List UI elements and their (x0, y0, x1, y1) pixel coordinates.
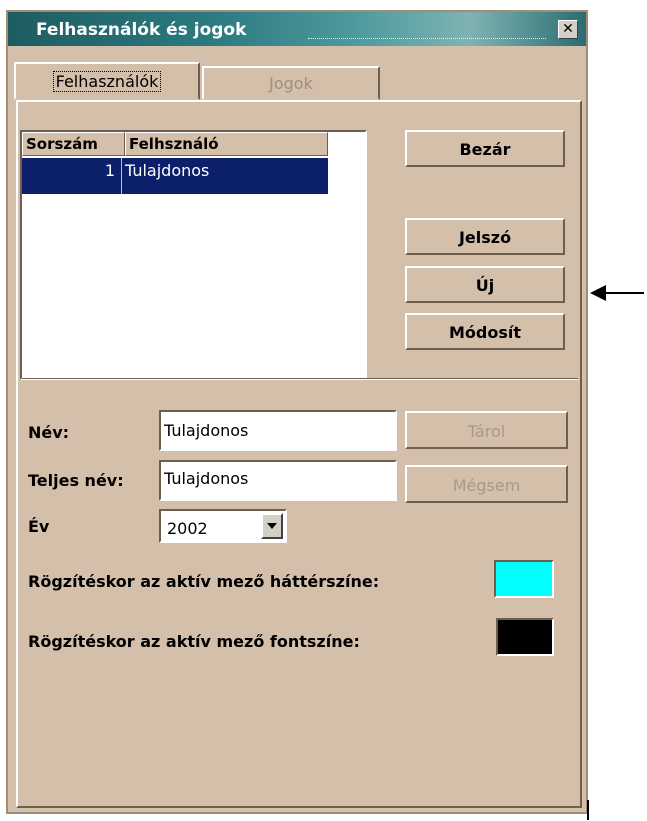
edge-mark (587, 800, 589, 820)
list-item[interactable]: 1 Tulajdonos (22, 158, 328, 194)
list-item-user: Tulajdonos (125, 161, 210, 180)
dropdown-button[interactable] (261, 513, 283, 539)
tab-rights[interactable]: Jogok (202, 66, 380, 100)
window-title: Felhasználók és jogok (36, 20, 247, 40)
list-item-number: 1 (22, 158, 122, 194)
user-list[interactable]: Sorszám Felhsználó 1 Tulajdonos (20, 130, 367, 380)
tab-users-label: Felhasználók (52, 71, 162, 92)
annotation-arrow-icon (590, 285, 606, 301)
column-header-number[interactable]: Sorszám (22, 132, 125, 156)
fullname-label: Teljes név: (28, 471, 124, 490)
users-and-rights-window: Felhasználók és jogok ✕ Felhasználók Jog… (6, 10, 588, 814)
cancel-button[interactable]: Mégsem (405, 465, 568, 503)
name-field[interactable]: Tulajdonos (159, 410, 397, 451)
name-label: Név: (28, 423, 70, 442)
font-color-label: Rögzítéskor az aktív mező fontszíne: (28, 632, 360, 651)
year-label: Év (28, 517, 50, 536)
title-dots-decoration (308, 38, 546, 39)
title-bar[interactable]: Felhasználók és jogok ✕ (8, 12, 586, 46)
new-button[interactable]: Új (405, 266, 565, 303)
section-divider (22, 378, 578, 380)
column-header-user[interactable]: Felhsználó (125, 132, 328, 156)
bg-color-label: Rögzítéskor az aktív mező háttérszíne: (28, 572, 380, 591)
year-select-value: 2002 (167, 519, 208, 538)
font-color-swatch[interactable] (496, 618, 554, 656)
close-button[interactable]: Bezár (405, 130, 565, 167)
bg-color-swatch[interactable] (494, 560, 554, 598)
chevron-down-icon (267, 523, 277, 529)
tab-users[interactable]: Felhasználók (14, 62, 200, 100)
year-select[interactable]: 2002 (159, 509, 287, 543)
modify-button[interactable]: Módosít (405, 313, 565, 350)
password-button[interactable]: Jelszó (405, 218, 565, 255)
fullname-field[interactable]: Tulajdonos (159, 460, 397, 501)
save-button[interactable]: Tárol (405, 411, 568, 449)
close-window-icon[interactable]: ✕ (558, 20, 578, 39)
